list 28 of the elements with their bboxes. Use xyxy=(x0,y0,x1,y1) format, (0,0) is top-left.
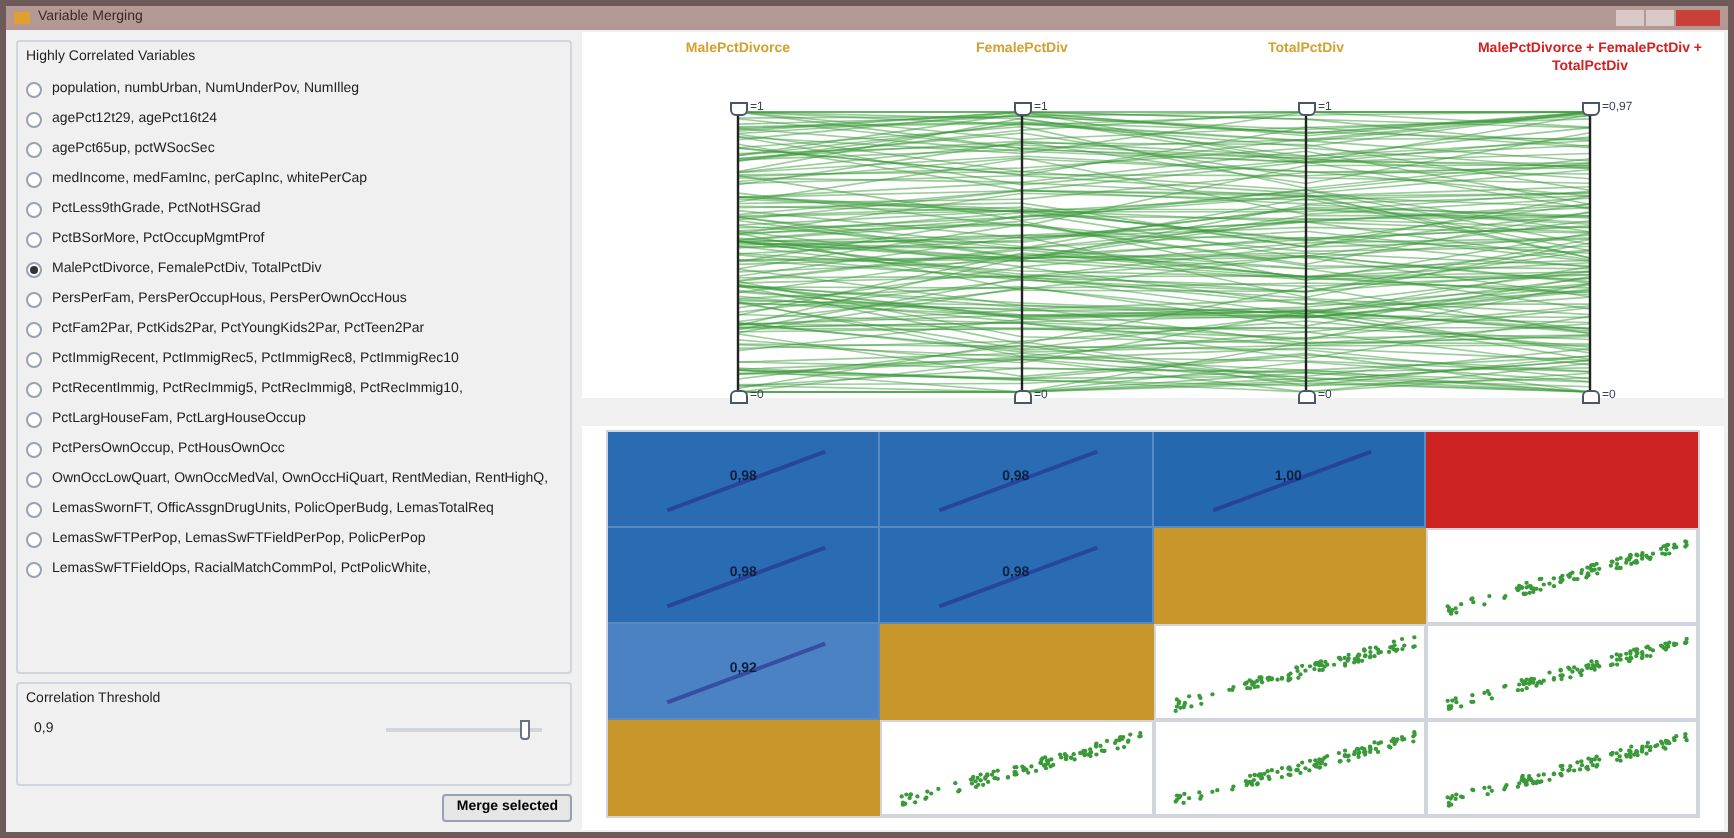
radio-button[interactable] xyxy=(26,142,42,158)
radio-button[interactable] xyxy=(26,442,42,458)
filter-handle-icon[interactable] xyxy=(1582,390,1600,404)
radio-button[interactable] xyxy=(26,502,42,518)
threshold-slider[interactable] xyxy=(386,719,542,740)
radio-button[interactable] xyxy=(26,292,42,308)
radio-button[interactable] xyxy=(26,202,42,218)
filter-handle-icon[interactable] xyxy=(1014,390,1032,404)
radio-button[interactable] xyxy=(26,412,42,428)
radio-button[interactable] xyxy=(26,532,42,548)
slider-thumb[interactable] xyxy=(520,719,531,740)
filter-handle-icon[interactable] xyxy=(1298,390,1316,404)
radio-button[interactable] xyxy=(26,322,42,338)
filter-handle-icon[interactable] xyxy=(1582,102,1600,116)
filter-handle-icon[interactable] xyxy=(730,102,748,116)
radio-button[interactable] xyxy=(26,562,42,578)
filter-handle-icon[interactable] xyxy=(1298,102,1316,116)
radio-button[interactable] xyxy=(26,472,42,488)
radio-button[interactable] xyxy=(26,262,42,278)
filter-handle-icon[interactable] xyxy=(1014,102,1032,116)
radio-button[interactable] xyxy=(26,82,42,98)
app-icon xyxy=(14,10,30,26)
radio-button[interactable] xyxy=(26,172,42,188)
filter-handle-icon[interactable] xyxy=(730,390,748,404)
radio-button[interactable] xyxy=(26,112,42,128)
radio-button[interactable] xyxy=(26,232,42,248)
radio-button[interactable] xyxy=(26,352,42,368)
radio-button[interactable] xyxy=(26,382,42,398)
